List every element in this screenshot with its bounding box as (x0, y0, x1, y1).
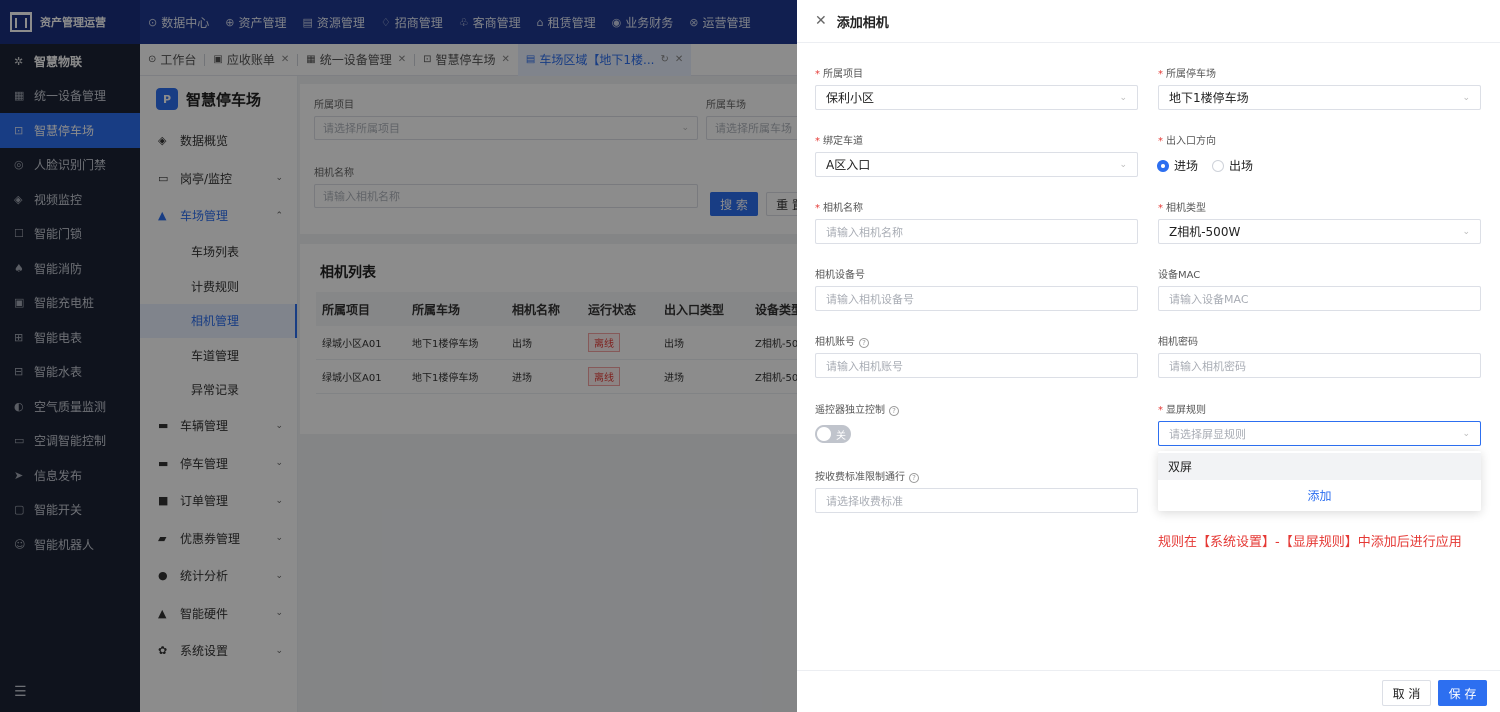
password-input[interactable]: 请输入相机密码 (1158, 353, 1481, 378)
help-icon[interactable]: ? (889, 406, 899, 416)
camera-name-label: * 相机名称 (815, 203, 863, 214)
save-button[interactable]: 保 存 (1438, 680, 1487, 706)
fee-select[interactable]: 请选择收费标准 (815, 488, 1138, 513)
remote-toggle[interactable]: 关 (815, 425, 851, 443)
park-select[interactable]: 地下1楼停车场 ⌄ (1158, 85, 1481, 110)
mac-label: 设备MAC (1158, 270, 1201, 281)
display-rule-dropdown: 双屏 添加 (1158, 451, 1481, 511)
device-no-label: 相机设备号 (815, 270, 865, 281)
account-label: 相机账号? (815, 333, 869, 348)
radio-in[interactable] (1157, 159, 1169, 172)
remote-label: 遥控器独立控制? (815, 401, 899, 416)
modal-mask-left[interactable] (0, 0, 140, 712)
fee-label: 按收费标准限制通行? (815, 468, 919, 483)
direction-radio-group: 进场 出场 (1157, 157, 1253, 174)
chevron-down-icon: ⌄ (1462, 428, 1470, 439)
drawer-footer: 取 消 保 存 (797, 670, 1500, 712)
project-label: * 所属项目 (815, 69, 863, 80)
camera-name-input[interactable]: 请输入相机名称 (815, 219, 1138, 244)
display-rule-select[interactable]: 请选择屏显规则 ⌄ (1158, 421, 1481, 446)
device-no-input[interactable]: 请输入相机设备号 (815, 286, 1138, 311)
chevron-down-icon: ⌄ (1119, 159, 1127, 170)
camera-type-select[interactable]: Z相机-500W ⌄ (1158, 219, 1481, 244)
chevron-down-icon: ⌄ (1462, 92, 1470, 103)
add-camera-drawer: ✕ 添加相机 * 所属项目 保利小区 ⌄ * 所属停车场 地下1楼停车场 ⌄ * 绑定车道… (797, 0, 1500, 712)
account-input[interactable]: 请输入相机账号 (815, 353, 1138, 378)
mac-input[interactable]: 请输入设备MAC (1158, 286, 1481, 311)
park-label: * 所属停车场 (1158, 69, 1216, 80)
drawer-title: 添加相机 (836, 15, 889, 31)
password-label: 相机密码 (1158, 337, 1198, 348)
modal-mask[interactable] (140, 44, 797, 712)
display-rule-label: * 显屏规则 (1158, 405, 1206, 416)
camera-type-label: * 相机类型 (1158, 203, 1206, 214)
dropdown-add-button[interactable]: 添加 (1158, 480, 1481, 510)
cancel-button[interactable]: 取 消 (1382, 680, 1431, 706)
display-rule-hint: 规则在【系统设置】-【显屏规则】中添加后进行应用 (1158, 535, 1462, 550)
chevron-down-icon: ⌄ (1119, 92, 1127, 103)
close-icon[interactable]: ✕ (815, 13, 827, 29)
lane-select[interactable]: A区入口 ⌄ (815, 152, 1138, 177)
radio-out[interactable] (1212, 159, 1225, 172)
toggle-knob (817, 427, 831, 441)
help-icon[interactable]: ? (859, 338, 869, 348)
lane-label: * 绑定车道 (815, 136, 863, 147)
project-select[interactable]: 保利小区 ⌄ (815, 85, 1138, 110)
chevron-down-icon: ⌄ (1462, 226, 1470, 237)
drawer-header: ✕ 添加相机 (797, 0, 1500, 43)
help-icon[interactable]: ? (909, 473, 919, 483)
direction-label: * 出入口方向 (1158, 136, 1216, 147)
modal-mask-top[interactable] (140, 0, 797, 44)
dropdown-option-dual[interactable]: 双屏 (1158, 453, 1481, 480)
